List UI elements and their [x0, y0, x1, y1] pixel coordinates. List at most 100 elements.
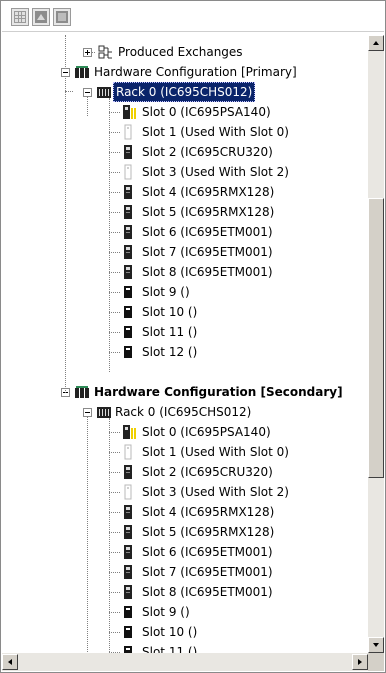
tree-node-slot[interactable]: Slot 9 () — [2, 602, 368, 622]
tree-node-slot[interactable]: Slot 11 () — [2, 642, 368, 653]
tree-node-slot[interactable]: Slot 7 (IC695ETM001) — [2, 562, 368, 582]
tree-node-label: Slot 1 (Used With Slot 0) — [142, 125, 289, 139]
tree-node-slot[interactable]: Slot 6 (IC695ETM001) — [2, 222, 368, 242]
tree-node-hardware-configuration-secondary[interactable]: Hardware Configuration [Secondary] — [2, 382, 368, 402]
power-supply-icon — [123, 105, 136, 119]
config-icon — [35, 11, 47, 23]
empty-slot-icon — [124, 326, 132, 338]
project-tree[interactable]: Produced Exchanges Hardware Configuratio… — [2, 35, 368, 653]
tree-node-slot[interactable]: Slot 0 (IC695PSA140) — [2, 102, 368, 122]
horizontal-scrollbar[interactable] — [2, 653, 368, 671]
tree-node-produced-exchanges[interactable]: Produced Exchanges — [2, 42, 368, 62]
layout-icon — [56, 11, 68, 23]
module-icon — [124, 465, 132, 479]
tree-node-label: Slot 4 (IC695RMX128) — [142, 185, 275, 199]
tree-node-slot[interactable]: Slot 2 (IC695CRU320) — [2, 142, 368, 162]
empty-slot-icon — [124, 626, 132, 638]
tree-node-slot[interactable]: Slot 3 (Used With Slot 2) — [2, 482, 368, 502]
tree-node-label: Slot 12 () — [142, 345, 198, 359]
tree-node-slot[interactable]: Slot 6 (IC695ETM001) — [2, 542, 368, 562]
tree-node-label: Slot 8 (IC695ETM001) — [142, 265, 273, 279]
module-icon — [124, 545, 132, 559]
tree-node-label: Slot 0 (IC695PSA140) — [142, 105, 271, 119]
module-icon — [124, 565, 132, 579]
tree-node-slot[interactable]: Slot 0 (IC695PSA140) — [2, 422, 368, 442]
tree-node-label: Slot 3 (Used With Slot 2) — [142, 165, 289, 179]
configuration-view-button[interactable] — [32, 8, 50, 26]
module-icon — [124, 145, 132, 159]
empty-slot-icon — [124, 646, 132, 653]
tree-node-slot[interactable]: Slot 5 (IC695RMX128) — [2, 202, 368, 222]
scroll-up-button[interactable] — [368, 35, 384, 51]
tree-node-label: Slot 6 (IC695ETM001) — [142, 225, 273, 239]
tree-node-label: Hardware Configuration [Secondary] — [94, 385, 343, 399]
tree-node-slot[interactable]: Slot 8 (IC695ETM001) — [2, 582, 368, 602]
module-icon — [124, 525, 132, 539]
tree-node-hardware-configuration-primary[interactable]: Hardware Configuration [Primary] — [2, 62, 368, 82]
module-icon — [124, 245, 132, 259]
power-supply-icon — [123, 425, 136, 439]
tree-node-slot[interactable]: Slot 5 (IC695RMX128) — [2, 522, 368, 542]
tree-node-rack-secondary[interactable]: Rack 0 (IC695CHS012) — [2, 402, 368, 422]
arrow-left-icon — [8, 659, 12, 665]
tree-node-label: Slot 7 (IC695ETM001) — [142, 565, 273, 579]
tree-node-slot[interactable]: Slot 3 (Used With Slot 2) — [2, 162, 368, 182]
empty-slot-icon — [124, 306, 132, 318]
tree-node-label: Rack 0 (IC695CHS012) — [115, 405, 252, 419]
scroll-right-button[interactable] — [352, 654, 368, 670]
module-icon — [124, 265, 132, 279]
vertical-scrollbar[interactable] — [368, 35, 384, 653]
arrow-up-icon — [373, 41, 379, 45]
tree-node-label: Slot 9 () — [142, 285, 190, 299]
grid-view-button[interactable] — [11, 8, 29, 26]
tree-node-slot[interactable]: Slot 12 () — [2, 342, 368, 362]
tree-node-slot[interactable]: Slot 7 (IC695ETM001) — [2, 242, 368, 262]
tree-node-label: Produced Exchanges — [118, 45, 243, 59]
tree-node-label: Rack 0 (IC695CHS012) — [113, 82, 256, 102]
used-slot-icon — [124, 164, 132, 180]
tree-node-label: Slot 11 () — [142, 645, 198, 653]
tree-node-slot[interactable]: Slot 1 (Used With Slot 0) — [2, 442, 368, 462]
tree-node-label: Slot 0 (IC695PSA140) — [142, 425, 271, 439]
scrollbar-corner — [368, 653, 384, 671]
tree-node-label: Slot 9 () — [142, 605, 190, 619]
tree-node-label: Slot 5 (IC695RMX128) — [142, 205, 275, 219]
tree-node-label: Slot 10 () — [142, 305, 198, 319]
tree-node-label: Slot 3 (Used With Slot 2) — [142, 485, 289, 499]
tree-panel: Produced Exchanges Hardware Configuratio… — [0, 0, 386, 673]
tree-node-rack-primary[interactable]: Rack 0 (IC695CHS012) — [2, 82, 368, 102]
tree-node-slot[interactable]: Slot 8 (IC695ETM001) — [2, 262, 368, 282]
tree-node-slot[interactable]: Slot 11 () — [2, 322, 368, 342]
used-slot-icon — [124, 484, 132, 500]
arrow-down-icon — [373, 643, 379, 647]
tree-node-label: Hardware Configuration [Primary] — [94, 65, 297, 79]
tree-node-label: Slot 7 (IC695ETM001) — [142, 245, 273, 259]
empty-slot-icon — [124, 286, 132, 298]
hardware-configuration-icon — [75, 386, 89, 398]
module-icon — [124, 585, 132, 599]
toolbar — [2, 2, 384, 32]
layout-view-button[interactable] — [53, 8, 71, 26]
scroll-left-button[interactable] — [2, 654, 18, 670]
tree-node-slot[interactable]: Slot 10 () — [2, 622, 368, 642]
tree-node-slot[interactable]: Slot 1 (Used With Slot 0) — [2, 122, 368, 142]
module-icon — [124, 225, 132, 239]
tree-node-label: Slot 8 (IC695ETM001) — [142, 585, 273, 599]
used-slot-icon — [124, 124, 132, 140]
tree-node-slot[interactable]: Slot 9 () — [2, 282, 368, 302]
tree-node-slot[interactable]: Slot 10 () — [2, 302, 368, 322]
scroll-down-button[interactable] — [368, 637, 384, 653]
tree-node-label: Slot 4 (IC695RMX128) — [142, 505, 275, 519]
tree-node-slot[interactable]: Slot 4 (IC695RMX128) — [2, 182, 368, 202]
arrow-right-icon — [358, 659, 362, 665]
empty-slot-icon — [124, 606, 132, 618]
module-icon — [124, 505, 132, 519]
tree-node-label: Slot 2 (IC695CRU320) — [142, 465, 273, 479]
used-slot-icon — [124, 444, 132, 460]
tree-node-label: Slot 5 (IC695RMX128) — [142, 525, 275, 539]
empty-slot-icon — [124, 346, 132, 358]
expand-toggle[interactable] — [83, 48, 92, 57]
vertical-scroll-thumb[interactable] — [368, 198, 384, 478]
tree-node-slot[interactable]: Slot 2 (IC695CRU320) — [2, 462, 368, 482]
tree-node-slot[interactable]: Slot 4 (IC695RMX128) — [2, 502, 368, 522]
